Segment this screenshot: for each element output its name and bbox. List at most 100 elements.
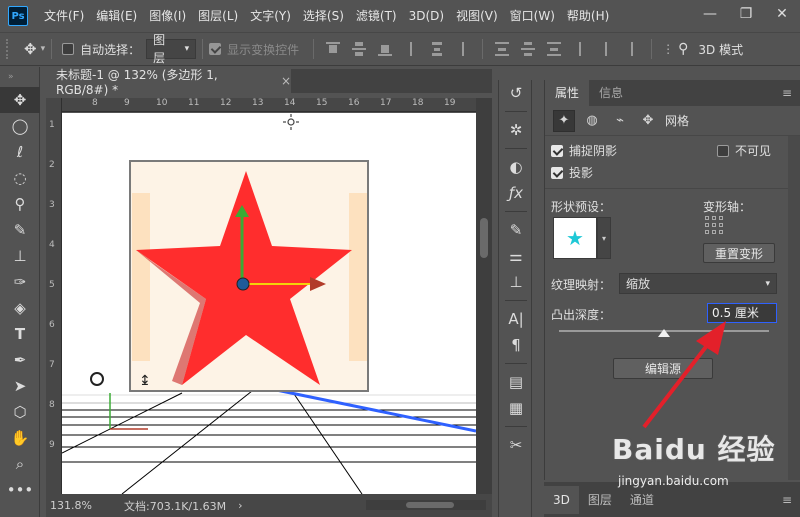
orbit-widget-icon <box>90 372 104 386</box>
adjustments-icon[interactable]: ◐ <box>499 154 533 180</box>
minimize-button[interactable]: — <box>692 0 728 28</box>
status-arrow-icon[interactable]: › <box>238 499 242 512</box>
vertical-scroll-thumb[interactable] <box>480 218 488 258</box>
invisible-label: 不可见 <box>735 144 772 158</box>
deform-icon[interactable]: ◍ <box>581 110 603 132</box>
notes-icon[interactable]: ▦ <box>499 395 533 421</box>
menu-type[interactable]: 文字(Y) <box>244 0 297 32</box>
shape-preset-dropdown[interactable]: ▾ <box>597 217 611 259</box>
distribute-vertical-center-icon[interactable] <box>521 42 536 56</box>
3d-panel-icon[interactable]: ✲ <box>499 117 533 143</box>
texture-map-dropdown[interactable]: 缩放 ▾ <box>619 273 777 294</box>
horizontal-scroll-thumb[interactable] <box>406 502 454 508</box>
menu-view[interactable]: 视图(V) <box>450 0 504 32</box>
pen-tool-icon[interactable]: ✒ <box>0 347 40 373</box>
mesh-star-icon[interactable]: ✦ <box>553 109 575 132</box>
menu-file[interactable]: 文件(F) <box>38 0 90 32</box>
align-left-icon[interactable] <box>404 42 418 56</box>
auto-select-dropdown[interactable]: 图层 ▾ <box>146 33 197 65</box>
type-tool-icon[interactable]: T <box>0 321 40 347</box>
shape-right-side <box>349 193 367 361</box>
move-tool-icon[interactable]: ✥ <box>24 40 37 58</box>
styles-fx-icon[interactable]: ƒx <box>499 180 533 206</box>
menu-window[interactable]: 窗口(W) <box>504 0 561 32</box>
texture-map-label: 纹理映射： <box>551 278 612 292</box>
ruler-top-label: 19 <box>444 98 456 108</box>
deform-axis-grid-icon[interactable] <box>705 216 723 234</box>
menu-filter[interactable]: 滤镜(T) <box>350 0 403 32</box>
options-separator <box>482 39 484 59</box>
align-top-icon[interactable] <box>326 42 341 56</box>
close-window-button[interactable]: ✕ <box>764 0 800 28</box>
align-right-icon[interactable] <box>456 42 470 56</box>
brushes-icon[interactable]: ✎ <box>499 217 533 243</box>
properties-scrollbar[interactable] <box>788 136 800 480</box>
tab-3d[interactable]: 3D <box>544 485 579 514</box>
show-transform-checkbox[interactable] <box>209 43 222 55</box>
more-tools-icon[interactable]: ••• <box>0 477 40 503</box>
canvas-horizontal-scrollbar[interactable] <box>366 500 486 510</box>
chevron-down-icon: ▾ <box>184 44 190 54</box>
tab-properties[interactable]: 属性 <box>545 80 590 106</box>
cast-shadow-checkbox[interactable] <box>551 166 563 179</box>
distribute-left-icon[interactable] <box>573 42 587 56</box>
clone-source-icon[interactable]: ⊥ <box>499 269 533 295</box>
history-brush-tool-icon[interactable]: ✑ <box>0 269 40 295</box>
column-separator <box>505 211 527 212</box>
panel-menu-icon[interactable]: ≡ <box>782 86 792 100</box>
align-vertical-center-icon[interactable] <box>352 42 367 56</box>
reset-deform-button[interactable]: 重置变形 <box>703 243 775 263</box>
libraries-icon[interactable]: ▤ <box>499 369 533 395</box>
auto-select-checkbox[interactable] <box>62 43 75 55</box>
hand-tool-icon[interactable]: ✋ <box>0 425 40 451</box>
menu-image[interactable]: 图像(I) <box>143 0 192 32</box>
menu-layer[interactable]: 图层(L) <box>192 0 244 32</box>
align-horizontal-center-icon[interactable] <box>430 42 444 56</box>
zoom-level[interactable]: 131.8% <box>50 499 124 512</box>
distribute-horizontal-center-icon[interactable] <box>599 42 613 56</box>
maximize-button[interactable]: ❐ <box>728 0 764 28</box>
history-icon[interactable]: ↺ <box>499 80 533 106</box>
move-tool-icon[interactable]: ✥ <box>0 87 40 113</box>
brush-settings-icon[interactable]: ⚌ <box>499 243 533 269</box>
menu-select[interactable]: 选择(S) <box>297 0 350 32</box>
stamp-tool-icon[interactable]: ⊥ <box>0 243 40 269</box>
distribute-bottom-icon[interactable] <box>547 42 562 56</box>
lasso-tool-icon[interactable]: ℓ <box>0 139 40 165</box>
menu-help[interactable]: 帮助(H) <box>561 0 615 32</box>
shape-preset-thumbnail[interactable]: ★ <box>553 217 597 259</box>
tab-info[interactable]: 信息 <box>589 80 633 106</box>
canvas-vertical-scrollbar[interactable] <box>476 98 492 494</box>
zoom-tool-icon[interactable]: ⌕ <box>0 451 40 477</box>
invisible-checkbox[interactable] <box>717 144 729 157</box>
tab-layers[interactable]: 图层 <box>579 486 621 514</box>
document-tab[interactable]: 未标题-1 @ 132% (多边形 1, RGB/8#) * × <box>46 68 291 97</box>
paragraph-icon[interactable]: ¶ <box>499 332 533 358</box>
search-icon[interactable]: ⚲ <box>678 41 688 57</box>
tab-channels[interactable]: 通道 <box>621 486 663 514</box>
tool-preset-dropdown-icon[interactable]: ▾ <box>41 44 46 54</box>
distribute-right-icon[interactable] <box>625 42 639 56</box>
3d-scene[interactable]: ↨ <box>62 113 476 494</box>
menu-edit[interactable]: 编辑(E) <box>90 0 143 32</box>
align-bottom-icon[interactable] <box>378 42 393 56</box>
bottom-panel-menu-icon[interactable]: ≡ <box>782 493 792 507</box>
eyedropper-tool-icon[interactable]: ⚲ <box>0 191 40 217</box>
paint-bucket-tool-icon[interactable]: ◈ <box>0 295 40 321</box>
path-select-tool-icon[interactable]: ➤ <box>0 373 40 399</box>
close-tab-icon[interactable]: × <box>281 74 291 88</box>
coordinates-icon[interactable]: ✥ <box>637 110 659 132</box>
quick-select-tool-icon[interactable]: ◌ <box>0 165 40 191</box>
brush-tool-icon[interactable]: ✎ <box>0 217 40 243</box>
ground-plane-grid <box>62 390 476 494</box>
distribute-top-icon[interactable] <box>495 42 510 56</box>
tool-presets-icon[interactable]: ✂ <box>499 432 533 458</box>
marquee-tool-icon[interactable]: ◯ <box>0 113 40 139</box>
more-options-icon[interactable]: ⋮ <box>662 42 674 56</box>
cap-icon[interactable]: ⌁ <box>609 110 631 132</box>
shape-tool-icon[interactable]: ⬡ <box>0 399 40 425</box>
character-icon[interactable]: A| <box>499 306 533 332</box>
menu-3d[interactable]: 3D(D) <box>403 0 450 32</box>
catch-shadow-checkbox[interactable] <box>551 144 563 157</box>
document-canvas[interactable]: ↨ <box>62 113 476 494</box>
